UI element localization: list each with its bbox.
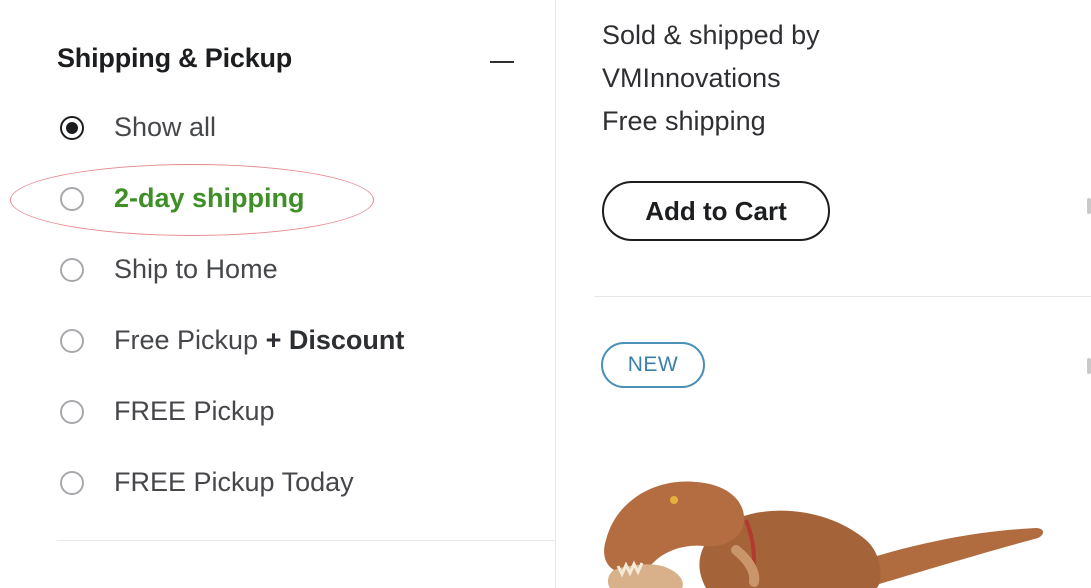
option-label-main: Free Pickup [114, 325, 259, 355]
option-label: Ship to Home [114, 254, 278, 284]
option-free-pickup-discount[interactable]: Free Pickup + Discount [60, 305, 540, 376]
option-show-all[interactable]: Show all [60, 92, 540, 163]
edge-mark-top [1087, 198, 1091, 214]
dinosaur-eye-shape [670, 496, 678, 504]
option-2-day-shipping[interactable]: 2-day shipping [60, 163, 540, 234]
option-label: Free Pickup + Discount [114, 325, 404, 356]
page: Shipping & Pickup Show all 2-day shippin… [0, 0, 1091, 588]
product-divider [594, 296, 1091, 297]
filter-header[interactable]: Shipping & Pickup [57, 36, 517, 80]
shipping-pickup-filter-panel: Shipping & Pickup Show all 2-day shippin… [0, 0, 556, 588]
seller-name-link[interactable]: VMInnovations [602, 57, 820, 100]
option-free-pickup[interactable]: FREE Pickup [60, 376, 540, 447]
edge-mark-bottom [1087, 358, 1091, 374]
radio-unchecked-icon[interactable] [60, 186, 84, 211]
sold-by-text: Sold & shipped by [602, 20, 820, 50]
radio-unchecked-icon[interactable] [60, 328, 84, 353]
option-label-suffix: + Discount [265, 325, 405, 355]
add-to-cart-button[interactable]: Add to Cart [602, 181, 830, 241]
shipping-options-list: Show all 2-day shipping Ship to Home Fre… [60, 92, 540, 518]
radio-unchecked-icon[interactable] [60, 399, 84, 424]
seller-info: Sold & shipped by VMInnovations Free shi… [602, 14, 820, 143]
option-label: FREE Pickup Today [114, 467, 354, 497]
new-badge: NEW [601, 342, 705, 388]
minus-icon [490, 61, 514, 63]
panel-divider [57, 540, 556, 541]
shipping-text: Free shipping [602, 106, 766, 136]
dinosaur-toy-image[interactable] [596, 470, 1056, 588]
product-results: Sold & shipped by VMInnovations Free shi… [556, 0, 1091, 588]
option-free-pickup-today[interactable]: FREE Pickup Today [60, 447, 540, 518]
filter-title: Shipping & Pickup [57, 42, 293, 73]
option-ship-to-home[interactable]: Ship to Home [60, 234, 540, 305]
option-label: FREE Pickup [114, 396, 275, 426]
option-label: Show all [114, 112, 217, 142]
radio-checked-icon[interactable] [60, 115, 84, 140]
radio-unchecked-icon[interactable] [60, 257, 84, 282]
option-label: 2-day shipping [114, 183, 305, 213]
radio-unchecked-icon[interactable] [60, 470, 84, 495]
collapse-minus-icon[interactable] [487, 43, 517, 73]
